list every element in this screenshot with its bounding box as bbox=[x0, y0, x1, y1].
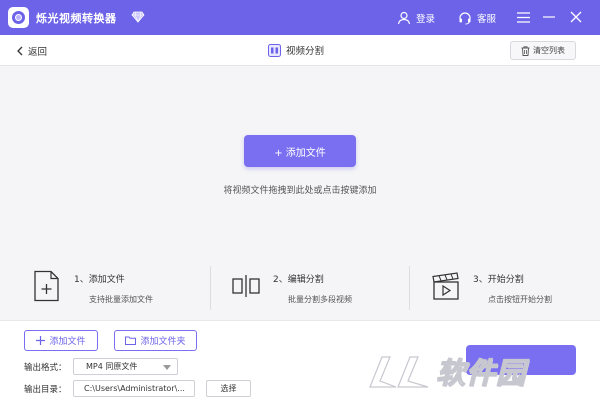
step-edit-split: 2、编辑分割 批量分割多段视频 bbox=[231, 258, 401, 320]
add-file-button[interactable]: 添加文件 bbox=[24, 330, 98, 351]
divider bbox=[409, 266, 410, 310]
output-format-value: MP4 同原文件 bbox=[86, 362, 138, 371]
add-file-main-button[interactable]: + 添加文件 bbox=[244, 135, 356, 167]
service-button[interactable]: 客服 bbox=[458, 0, 496, 35]
file-plus-icon bbox=[34, 270, 59, 302]
chevron-down-icon bbox=[163, 365, 171, 370]
page-title: 视频分割 bbox=[268, 43, 324, 57]
back-label: 返回 bbox=[28, 47, 48, 58]
split-video-icon bbox=[268, 43, 281, 57]
clapper-play-icon bbox=[432, 272, 459, 300]
clear-list-label: 清空列表 bbox=[533, 46, 565, 55]
output-format-select[interactable]: MP4 同原文件 bbox=[73, 358, 178, 375]
nav-bar: 返回 视频分割 清空列表 bbox=[0, 35, 600, 66]
output-dir-field[interactable]: C:\Users\Administrator\... bbox=[73, 380, 195, 397]
chevron-left-icon bbox=[17, 46, 23, 56]
service-label: 客服 bbox=[477, 13, 497, 25]
plus-icon bbox=[36, 336, 46, 345]
close-icon[interactable] bbox=[568, 9, 584, 25]
steps-panel: 1、添加文件 支持批量添加文件 2、编辑分割 批量分割多段视频 3、开始分割 点… bbox=[0, 258, 600, 320]
add-folder-button[interactable]: 添加文件夹 bbox=[114, 330, 197, 351]
output-dir-value: C:\Users\Administrator\... bbox=[84, 384, 185, 393]
user-icon bbox=[397, 11, 411, 24]
step-title: 2、编辑分割 bbox=[273, 275, 324, 285]
headset-icon bbox=[459, 11, 471, 24]
step-desc: 支持批量添加文件 bbox=[89, 295, 153, 304]
add-file-label: 添加文件 bbox=[49, 337, 86, 347]
step-title: 1、添加文件 bbox=[74, 275, 125, 285]
drop-hint: 将视频文件拖拽到此处或点击按键添加 bbox=[223, 186, 377, 196]
step-add-file: 1、添加文件 支持批量添加文件 bbox=[32, 258, 202, 320]
folder-icon bbox=[125, 336, 137, 345]
minimize-icon[interactable] bbox=[541, 9, 557, 25]
app-title: 烁光视频转换器 bbox=[36, 12, 117, 25]
step-desc: 批量分割多段视频 bbox=[288, 295, 352, 304]
page-title-label: 视频分割 bbox=[286, 46, 325, 57]
step-desc: 点击按钮开始分割 bbox=[488, 295, 552, 304]
step-title: 3、开始分割 bbox=[473, 275, 524, 285]
app-logo bbox=[8, 7, 29, 28]
watermark: 软件园 bbox=[368, 346, 526, 396]
output-format-label: 输出格式： bbox=[24, 363, 67, 373]
back-button[interactable]: 返回 bbox=[16, 44, 47, 58]
watermark-text: 软件园 bbox=[435, 355, 527, 390]
watermark-logo bbox=[369, 356, 429, 388]
drop-zone[interactable]: + 添加文件 将视频文件拖拽到此处或点击按键添加 bbox=[0, 66, 600, 258]
clear-list-button[interactable]: 清空列表 bbox=[510, 41, 576, 60]
split-icon bbox=[232, 275, 260, 297]
title-bar: 烁光视频转换器 登录 客服 bbox=[0, 0, 600, 35]
add-folder-label: 添加文件夹 bbox=[140, 337, 186, 347]
choose-dir-button[interactable]: 选择 bbox=[206, 380, 251, 397]
output-dir-label: 输出目录： bbox=[24, 385, 67, 395]
step-start-split: 3、开始分割 点击按钮开始分割 bbox=[431, 258, 596, 320]
login-label: 登录 bbox=[416, 13, 436, 25]
trash-icon bbox=[521, 45, 530, 56]
menu-icon[interactable] bbox=[515, 9, 531, 25]
login-button[interactable]: 登录 bbox=[397, 0, 435, 35]
divider bbox=[210, 266, 211, 310]
gem-icon[interactable] bbox=[131, 10, 145, 24]
